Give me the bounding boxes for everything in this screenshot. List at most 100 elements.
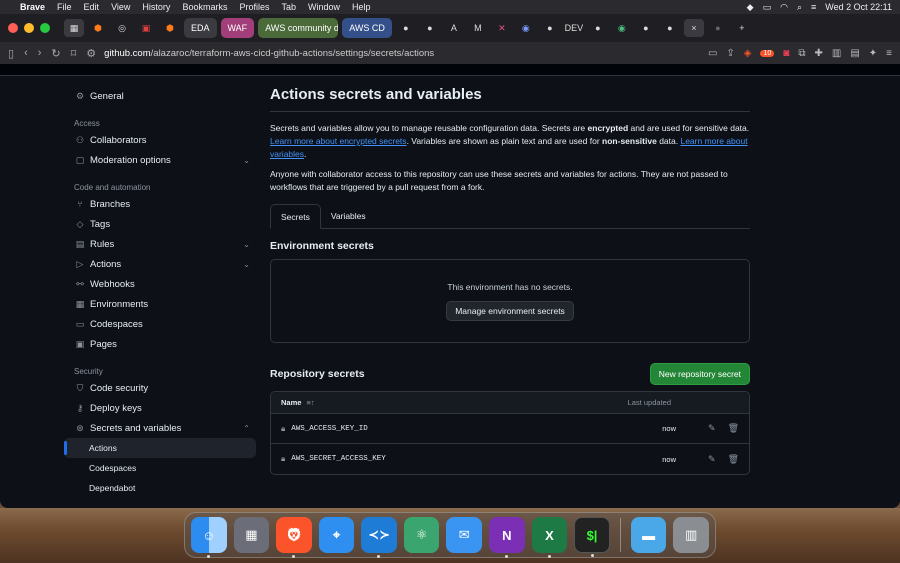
- trash-icon[interactable]: 🗑︎: [728, 423, 739, 434]
- sidebar-item-environments[interactable]: ▦ Environments: [64, 294, 256, 314]
- excel-icon[interactable]: X: [531, 517, 568, 558]
- sidebar-item-general[interactable]: ⚙ General: [64, 86, 256, 106]
- fullscreen-window-button[interactable]: [40, 23, 50, 33]
- menu-file[interactable]: File: [57, 2, 72, 12]
- vscode-icon[interactable]: ≺≻: [361, 517, 397, 558]
- tab-favicon-circle[interactable]: ◉: [516, 19, 536, 37]
- manage-environment-secrets-button[interactable]: Manage environment secrets: [446, 300, 574, 321]
- url-field[interactable]: github.com/alazaroc/terraform-aws-cicd-g…: [104, 48, 700, 59]
- tab-close-button[interactable]: ×: [683, 19, 704, 37]
- tab-github-1[interactable]: ●: [396, 19, 416, 37]
- tab-aws-cd[interactable]: AWS CD: [342, 18, 392, 38]
- pencil-icon[interactable]: ✎: [708, 423, 716, 434]
- sidebar-item-tags[interactable]: ◇ Tags: [64, 214, 256, 234]
- new-tab-button[interactable]: +: [732, 19, 752, 37]
- tab-favicon-1[interactable]: ▦: [64, 19, 84, 37]
- share-icon[interactable]: ⇪: [726, 48, 734, 59]
- link-encrypted-secrets[interactable]: Learn more about encrypted secrets: [270, 136, 407, 146]
- back-icon[interactable]: ‹: [24, 47, 28, 60]
- finder-icon[interactable]: ☺: [191, 517, 227, 558]
- tab-favicon-3[interactable]: ◎: [112, 19, 132, 37]
- tab-favicon-2[interactable]: ⬢: [88, 19, 108, 37]
- search-icon[interactable]: ⌕: [797, 2, 802, 13]
- pocket-icon[interactable]: ◙: [783, 48, 789, 59]
- sidebar-subitem-actions[interactable]: Actions: [64, 438, 256, 458]
- tab-favicon-green[interactable]: ◉: [612, 19, 632, 37]
- sidebar-item-secrets-variables[interactable]: ⊛ Secrets and variables ⌃: [64, 418, 256, 438]
- wallet-icon[interactable]: ▤: [850, 48, 859, 59]
- trash-icon[interactable]: 🗑︎: [728, 454, 739, 465]
- safari-icon[interactable]: ⌖: [318, 517, 355, 553]
- menu-bookmarks[interactable]: Bookmarks: [182, 2, 227, 12]
- reload-icon[interactable]: ↻: [51, 47, 60, 60]
- leo-icon[interactable]: ✦: [869, 48, 877, 59]
- menu-history[interactable]: History: [142, 2, 170, 12]
- tab-github-6[interactable]: ●: [708, 19, 728, 37]
- sort-icon[interactable]: ≡↑: [306, 398, 314, 407]
- dropbox-icon[interactable]: ◆: [747, 2, 754, 13]
- menu-help[interactable]: Help: [352, 2, 371, 12]
- sidebar-subitem-dependabot[interactable]: Dependabot: [64, 478, 256, 498]
- new-repository-secret-button[interactable]: New repository secret: [649, 363, 750, 385]
- sidebar-item-code-security[interactable]: ⛉ Code security: [64, 378, 256, 398]
- tab-aws-community[interactable]: AWS community d: [258, 18, 339, 38]
- sidebar-item-rules[interactable]: ▤ Rules ⌄: [64, 234, 256, 254]
- close-window-button[interactable]: [8, 23, 18, 33]
- trash-can-icon[interactable]: ▥: [673, 517, 709, 553]
- pencil-icon[interactable]: ✎: [708, 454, 716, 465]
- cast-icon[interactable]: ▭: [708, 48, 717, 59]
- tab-dev[interactable]: DEV: [564, 19, 584, 37]
- forward-icon[interactable]: ›: [38, 47, 42, 60]
- menu-tab[interactable]: Tab: [281, 2, 296, 12]
- tab-favicon-m[interactable]: M: [468, 19, 488, 37]
- tab-secrets[interactable]: Secrets: [270, 204, 321, 229]
- tab-favicon-x[interactable]: ✕: [492, 19, 512, 37]
- sidebar-toggle-icon[interactable]: ▯: [8, 47, 14, 60]
- onenote-icon[interactable]: N: [489, 517, 525, 558]
- tab-favicon-gh[interactable]: ●: [540, 19, 560, 37]
- brave-icon[interactable]: 🦁︎: [276, 517, 312, 558]
- sidebar-item-pages[interactable]: ▣ Pages: [64, 334, 256, 354]
- menu-edit[interactable]: Edit: [84, 2, 100, 12]
- sidebar-item-branches[interactable]: ⑂ Branches: [64, 194, 256, 214]
- brave-shield-icon[interactable]: ◈: [744, 48, 752, 59]
- tab-variables[interactable]: Variables: [321, 204, 376, 228]
- sidebar-icon[interactable]: ▥: [832, 48, 841, 59]
- sidebar-item-deploy-keys[interactable]: ⚷ Deploy keys: [64, 398, 256, 418]
- tab-favicon-5[interactable]: ⬢: [160, 19, 180, 37]
- sidebar-subitem-codespaces[interactable]: Codespaces: [64, 458, 256, 478]
- menubar-clock[interactable]: Wed 2 Oct 22:11: [825, 2, 892, 12]
- tab-favicon-a[interactable]: A: [444, 19, 464, 37]
- menu-window[interactable]: Window: [308, 2, 340, 12]
- tab-favicon-4[interactable]: ▣: [136, 19, 156, 37]
- sidebar-item-moderation[interactable]: ▢ Moderation options ⌄: [64, 150, 256, 170]
- bookmark-icon[interactable]: ⌑: [71, 47, 77, 60]
- tab-github-4[interactable]: ●: [636, 19, 656, 37]
- sidebar-item-collaborators[interactable]: ⚇ Collaborators: [64, 130, 256, 150]
- control-center-icon[interactable]: ≡: [811, 2, 816, 12]
- menu-profiles[interactable]: Profiles: [239, 2, 269, 12]
- battery-icon[interactable]: ▭: [763, 2, 772, 13]
- brave-rewards-badge[interactable]: 10: [760, 49, 775, 57]
- menu-icon[interactable]: ≡: [886, 48, 892, 59]
- atom-icon[interactable]: ⚛: [403, 517, 440, 553]
- tab-github-3[interactable]: ●: [588, 19, 608, 37]
- sidebar-item-actions[interactable]: ▷ Actions ⌄: [64, 254, 256, 274]
- folder-icon[interactable]: ▬: [630, 517, 667, 553]
- wifi-icon[interactable]: ◠: [780, 2, 788, 13]
- puzzle-icon[interactable]: ✚: [814, 48, 822, 59]
- terminal-icon[interactable]: $|: [574, 517, 610, 557]
- minimize-window-button[interactable]: [24, 23, 34, 33]
- menubar-app-name[interactable]: Brave: [20, 2, 45, 12]
- sidebar-item-webhooks[interactable]: ⚯ Webhooks: [64, 274, 256, 294]
- mail-icon[interactable]: ✉: [446, 517, 483, 553]
- launchpad-icon[interactable]: ▦: [233, 517, 270, 553]
- tab-github-2[interactable]: ●: [420, 19, 440, 37]
- tab-waf[interactable]: WAF: [220, 18, 255, 38]
- menu-view[interactable]: View: [111, 2, 130, 12]
- site-settings-icon[interactable]: ⚙: [86, 47, 96, 60]
- tab-eda[interactable]: EDA: [184, 18, 217, 38]
- tab-github-5[interactable]: ●: [660, 19, 680, 37]
- extension-icon[interactable]: ⧉: [798, 48, 805, 59]
- sidebar-item-codespaces[interactable]: ▭ Codespaces: [64, 314, 256, 334]
